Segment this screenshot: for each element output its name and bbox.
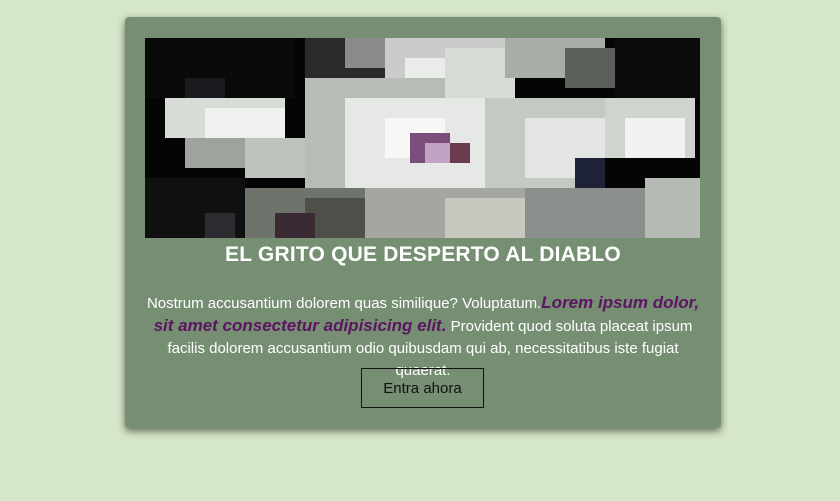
pixelated-image [145, 38, 700, 238]
description-text-start: Nostrum accusantium dolorem quas similiq… [146, 295, 542, 312]
card-title: EL GRITO QUE DESPERTO AL DIABLO [225, 243, 621, 266]
article-card: EL GRITO QUE DESPERTO AL DIABLO Nostrum … [125, 17, 721, 428]
hero-image [145, 38, 700, 238]
enter-now-button[interactable]: Entra ahora [361, 368, 484, 408]
